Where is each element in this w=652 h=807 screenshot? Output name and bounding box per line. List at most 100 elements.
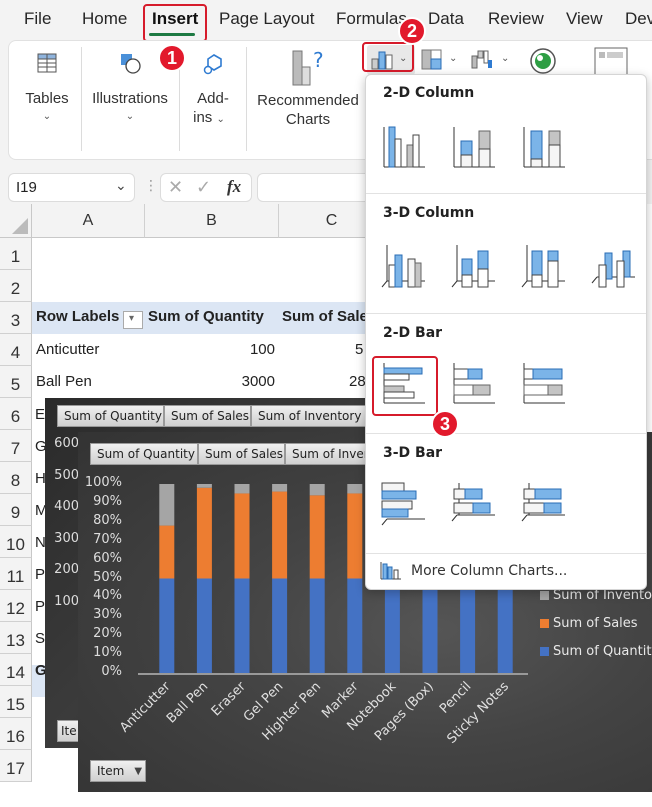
- bar-segment-sum-of-quantity[interactable]: [460, 578, 476, 674]
- bar-segment-sum-of-quantity[interactable]: [196, 578, 212, 674]
- bar-segment-sum-of-inventory[interactable]: [347, 484, 363, 494]
- bar-segment-sum-of-sales[interactable]: [196, 487, 212, 579]
- row-header[interactable]: 17: [0, 750, 32, 782]
- bar-segment-sum-of-quantity[interactable]: [497, 578, 513, 674]
- tab-view[interactable]: View: [566, 9, 603, 29]
- row-labels-filter-button[interactable]: ▾: [123, 311, 143, 329]
- pivot-row-label: G: [35, 438, 45, 455]
- bar-segment-sum-of-sales[interactable]: [347, 493, 363, 579]
- bar-segment-sum-of-quantity[interactable]: [384, 578, 400, 674]
- row-header[interactable]: 5: [0, 366, 32, 398]
- name-box[interactable]: I19 ⌄: [8, 173, 135, 202]
- tab-review[interactable]: Review: [488, 9, 544, 29]
- bar-segment-sum-of-inventory[interactable]: [272, 484, 288, 492]
- pivot-row-label: St: [35, 630, 45, 647]
- y-tick-label: 300: [54, 530, 79, 546]
- 3d-column-icon[interactable]: [591, 243, 637, 289]
- bar-segment-sum-of-quantity[interactable]: [422, 578, 438, 674]
- bar-segment-sum-of-quantity[interactable]: [159, 578, 175, 674]
- maps-button[interactable]: [529, 47, 559, 77]
- field-button-inventory[interactable]: Sum of Inventory: [251, 405, 371, 427]
- insert-hierarchy-chart-button[interactable]: ⌄: [421, 45, 461, 75]
- bar-segment-sum-of-quantity[interactable]: [309, 578, 325, 674]
- bar-segment-sum-of-sales[interactable]: [272, 491, 288, 579]
- bar-segment-sum-of-quantity[interactable]: [347, 578, 363, 674]
- legend-label: Sum of Sales: [553, 616, 638, 631]
- y-tick-label: 30%: [93, 607, 122, 623]
- shapes-icon: [121, 54, 141, 74]
- tab-developer[interactable]: Dev: [625, 9, 652, 29]
- row-header[interactable]: 11: [0, 558, 32, 590]
- row-header[interactable]: 3: [0, 302, 32, 334]
- pivot-chart-button[interactable]: [594, 47, 634, 77]
- bar-segment-sum-of-quantity[interactable]: [234, 578, 250, 674]
- bar-segment-sum-of-sales[interactable]: [234, 493, 250, 579]
- row-header[interactable]: 10: [0, 526, 32, 558]
- 3d-100-stacked-bar-icon[interactable]: [521, 481, 567, 527]
- stacked-bar-icon[interactable]: [451, 361, 497, 407]
- drag-handle-icon[interactable]: ⋮: [144, 177, 158, 194]
- ribbon-tabs: File Home Insert Page Layout Formulas Da…: [0, 0, 652, 40]
- column-header-a[interactable]: A: [32, 204, 145, 238]
- row-header[interactable]: 4: [0, 334, 32, 366]
- bar-segment-sum-of-inventory[interactable]: [196, 484, 212, 488]
- pivot-row-label: M: [35, 502, 45, 519]
- addins-button[interactable]: Add- ins ⌄: [180, 41, 246, 159]
- row-header[interactable]: 7: [0, 430, 32, 462]
- legend-swatch: [540, 619, 549, 628]
- row-header[interactable]: 13: [0, 622, 32, 654]
- recommended-charts-button[interactable]: ? Recommended Charts: [249, 41, 367, 159]
- formula-input[interactable]: [257, 173, 377, 202]
- column-header-b[interactable]: B: [145, 204, 279, 238]
- section-divider: [366, 313, 646, 314]
- filter-dropdown-icon: ▾: [129, 313, 135, 324]
- chevron-down-icon[interactable]: ⌄: [115, 177, 127, 194]
- ribbon-separator: [246, 47, 247, 151]
- insert-waterfall-chart-button[interactable]: ⌄: [471, 45, 513, 75]
- more-column-charts-button[interactable]: More Column Charts...: [378, 559, 638, 585]
- legend-item: Sum of Inventor: [540, 588, 652, 603]
- bar-segment-sum-of-inventory[interactable]: [159, 484, 175, 526]
- tab-page-layout[interactable]: Page Layout: [219, 9, 314, 29]
- chevron-down-icon: ⌄: [501, 53, 510, 64]
- 3d-clustered-bar-icon[interactable]: [381, 481, 427, 527]
- tab-file[interactable]: File: [24, 9, 51, 29]
- stacked-column-icon[interactable]: [451, 123, 497, 169]
- 3d-stacked-column-icon[interactable]: [451, 243, 497, 289]
- cancel-icon[interactable]: ✕: [168, 177, 183, 198]
- tables-button[interactable]: Tables ⌄: [9, 41, 81, 159]
- row-header[interactable]: 9: [0, 494, 32, 526]
- field-button-sales[interactable]: Sum of Sales: [164, 405, 251, 427]
- bar-segment-sum-of-sales[interactable]: [159, 525, 175, 579]
- 3d-100-stacked-column-icon[interactable]: [521, 243, 567, 289]
- 3d-clustered-column-icon[interactable]: [381, 243, 427, 289]
- row-header[interactable]: 6: [0, 398, 32, 430]
- clustered-column-icon[interactable]: [381, 123, 427, 169]
- item-filter-button[interactable]: Item ▼: [90, 760, 146, 782]
- row-header[interactable]: 2: [0, 270, 32, 302]
- row-header[interactable]: 16: [0, 718, 32, 750]
- bar-segment-sum-of-sales[interactable]: [309, 495, 325, 579]
- 100-stacked-bar-icon[interactable]: [521, 361, 567, 407]
- tab-formulas[interactable]: Formulas: [336, 9, 407, 29]
- row-header[interactable]: 15: [0, 686, 32, 718]
- step-badge-1: 1: [158, 44, 186, 72]
- row-header[interactable]: 14: [0, 654, 32, 686]
- row-header[interactable]: 12: [0, 590, 32, 622]
- bar-segment-sum-of-quantity[interactable]: [272, 578, 288, 674]
- row-header[interactable]: 1: [0, 238, 32, 270]
- enter-icon[interactable]: ✓: [196, 177, 211, 198]
- 100-stacked-column-icon[interactable]: [521, 123, 567, 169]
- bar-segment-sum-of-inventory[interactable]: [234, 484, 250, 494]
- section-3d-bar: 3-D Bar: [383, 445, 443, 461]
- tab-data[interactable]: Data: [428, 9, 464, 29]
- select-all-corner[interactable]: [0, 204, 32, 238]
- 3d-stacked-bar-icon[interactable]: [451, 481, 497, 527]
- bar-segment-sum-of-inventory[interactable]: [309, 484, 325, 496]
- row-header[interactable]: 8: [0, 462, 32, 494]
- tab-home[interactable]: Home: [82, 9, 127, 29]
- field-button-quantity[interactable]: Sum of Quantity: [57, 405, 164, 427]
- pivot-row-qty: 3000: [241, 373, 275, 390]
- insert-function-icon[interactable]: fx: [227, 177, 241, 197]
- filter-dropdown-icon: ▼: [134, 765, 143, 777]
